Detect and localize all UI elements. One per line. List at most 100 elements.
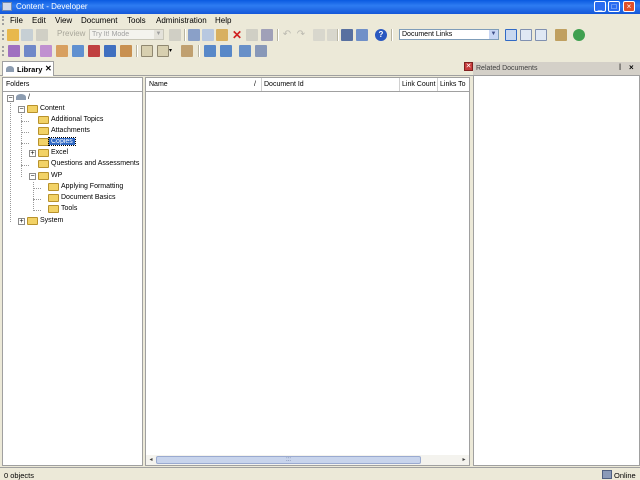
refresh-icon[interactable] <box>573 29 585 41</box>
toolbar-separator <box>277 29 279 41</box>
menu-file[interactable]: File <box>10 16 23 25</box>
tree-item-tools[interactable]: Tools <box>61 205 77 212</box>
layout-details-icon[interactable] <box>505 29 517 41</box>
print-icon[interactable] <box>36 29 48 41</box>
library-toolbar: ▾ <box>0 43 640 59</box>
open-icon[interactable] <box>7 29 19 41</box>
check-out-icon[interactable] <box>220 45 232 57</box>
layout-horizontal-icon[interactable] <box>520 29 532 41</box>
collapse-toggle-wp[interactable]: − <box>29 173 36 180</box>
expand-icon[interactable] <box>313 29 325 41</box>
scroll-left-icon[interactable]: ◂ <box>147 456 155 464</box>
preview-button[interactable]: Preview <box>57 29 85 38</box>
tree-connector <box>21 132 29 133</box>
toolbar-separator <box>337 29 339 41</box>
tree-connector <box>33 210 41 211</box>
scroll-right-icon[interactable]: ▸ <box>460 456 468 464</box>
folder-open-icon <box>38 172 49 180</box>
sort-indicator-icon: / <box>254 81 256 88</box>
tree-item-copies[interactable]: Copies <box>48 137 76 146</box>
paste-icon[interactable] <box>216 29 228 41</box>
menu-tools[interactable]: Tools <box>127 16 146 25</box>
pin-icon[interactable]: ꟾ <box>619 64 621 72</box>
new-package-icon[interactable] <box>56 45 68 57</box>
new-topic-icon[interactable] <box>40 45 52 57</box>
tree-item-excel[interactable]: Excel <box>51 149 68 156</box>
close-pane-icon[interactable]: ✕ <box>464 62 473 71</box>
new-role-icon[interactable] <box>104 45 116 57</box>
insert-icon[interactable] <box>157 45 169 57</box>
toolbar-grip <box>2 30 4 40</box>
publish-icon[interactable] <box>181 45 193 57</box>
status-bar: 0 objects Online <box>0 467 640 480</box>
maximize-button[interactable]: □ <box>608 1 620 12</box>
properties-icon[interactable] <box>246 29 258 41</box>
close-window-button[interactable]: × <box>623 1 635 12</box>
close-tab-icon[interactable]: ✕ <box>45 64 52 73</box>
cut-icon[interactable] <box>188 29 200 41</box>
binoculars-icon[interactable] <box>341 29 353 41</box>
close-related-icon[interactable]: × <box>629 63 634 72</box>
check-in-icon[interactable] <box>204 45 216 57</box>
history-icon[interactable] <box>255 45 267 57</box>
mode-select[interactable]: Try It! Mode ▼ <box>89 29 164 40</box>
copy-icon[interactable] <box>202 29 214 41</box>
menu-help[interactable]: Help <box>215 16 231 25</box>
stop-icon[interactable] <box>169 29 181 41</box>
mode-select-value: Try It! Mode <box>92 31 130 38</box>
tree-item-document-basics[interactable]: Document Basics <box>61 194 115 201</box>
column-separator[interactable] <box>437 78 438 91</box>
column-header-links-to[interactable]: Links To <box>440 81 466 88</box>
column-header-link-count[interactable]: Link Count <box>402 81 435 88</box>
menu-view[interactable]: View <box>55 16 72 25</box>
new-question-icon[interactable] <box>120 45 132 57</box>
export-icon[interactable] <box>555 29 567 41</box>
tree-item-applying-formatting[interactable]: Applying Formatting <box>61 183 123 190</box>
find-icon[interactable] <box>261 29 273 41</box>
tree-item-attachments[interactable]: Attachments <box>51 127 90 134</box>
redo-icon[interactable]: ↷ <box>295 29 307 41</box>
collapse-toggle-root[interactable]: − <box>7 95 14 102</box>
tab-library[interactable]: Library ✕ <box>2 61 54 76</box>
save-icon[interactable] <box>21 29 33 41</box>
expand-toggle-system[interactable]: + <box>18 218 25 225</box>
folder-icon <box>38 149 49 157</box>
import-icon[interactable] <box>141 45 153 57</box>
tree-item-wp[interactable]: WP <box>51 172 62 179</box>
column-header-document-id[interactable]: Document Id <box>264 81 304 88</box>
tree-connector <box>10 99 11 222</box>
view-select[interactable]: Document Links ▼ <box>399 29 499 40</box>
menu-bar: File Edit View Document Tools Administra… <box>0 14 640 27</box>
menu-edit[interactable]: Edit <box>32 16 46 25</box>
layout-vertical-icon[interactable] <box>535 29 547 41</box>
new-module-icon[interactable] <box>8 45 20 57</box>
spell-check-icon[interactable] <box>356 29 368 41</box>
folder-icon <box>48 183 59 191</box>
column-separator[interactable] <box>399 78 400 91</box>
help-icon[interactable]: ? <box>375 29 387 41</box>
tree-item-questions-and-assessments[interactable]: Questions and Assessments <box>51 160 139 167</box>
new-web-page-icon[interactable] <box>72 45 84 57</box>
new-section-icon[interactable] <box>24 45 36 57</box>
tree-item-root[interactable]: / <box>16 94 30 101</box>
app-icon <box>2 2 12 11</box>
folders-pane: Folders − / − Content Additional Topics … <box>2 77 143 466</box>
menu-administration[interactable]: Administration <box>156 16 207 25</box>
tree-item-content[interactable]: Content <box>40 105 65 112</box>
scrollbar-thumb[interactable]: ::: <box>156 456 421 464</box>
tree-item-system[interactable]: System <box>40 217 63 224</box>
column-separator[interactable] <box>261 78 262 91</box>
title-bar: Content - Developer _ □ × <box>0 0 640 14</box>
tree-item-additional-topics[interactable]: Additional Topics <box>51 116 103 123</box>
dropdown-arrow-icon[interactable]: ▾ <box>169 45 181 57</box>
get-latest-icon[interactable] <box>239 45 251 57</box>
minimize-button[interactable]: _ <box>594 1 606 12</box>
menu-document[interactable]: Document <box>81 16 117 25</box>
horizontal-scrollbar[interactable]: ◂ ::: ▸ <box>146 455 469 465</box>
column-header-name[interactable]: Name <box>149 81 168 88</box>
expand-toggle-excel[interactable]: + <box>29 150 36 157</box>
undo-icon[interactable]: ↶ <box>281 29 293 41</box>
delete-icon[interactable]: ✕ <box>231 29 243 41</box>
collapse-toggle-content[interactable]: − <box>18 106 25 113</box>
new-glossary-icon[interactable] <box>88 45 100 57</box>
